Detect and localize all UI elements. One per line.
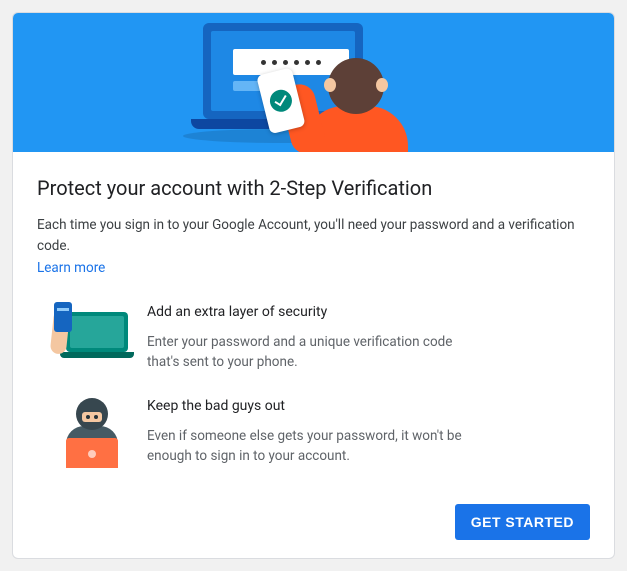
two-step-card: Protect your account with 2-Step Verific…: [12, 12, 615, 559]
checkmark-icon: [268, 87, 295, 114]
hacker-icon: [52, 398, 132, 468]
feature-extra-security: Add an extra layer of security Enter you…: [37, 304, 590, 373]
intro-text: Each time you sign in to your Google Acc…: [37, 217, 575, 254]
phone-laptop-icon: [52, 304, 132, 368]
feature-desc: Enter your password and a unique verific…: [147, 332, 487, 373]
person-icon: [298, 58, 418, 152]
feature-desc: Even if someone else gets your password,…: [147, 426, 487, 467]
page-title: Protect your account with 2-Step Verific…: [37, 176, 590, 200]
learn-more-link[interactable]: Learn more: [37, 260, 105, 276]
hero-illustration: [13, 13, 614, 152]
feature-title: Add an extra layer of security: [147, 304, 487, 320]
feature-keep-out: Keep the bad guys out Even if someone el…: [37, 398, 590, 468]
feature-title: Keep the bad guys out: [147, 398, 487, 414]
get-started-button[interactable]: GET STARTED: [455, 504, 590, 540]
